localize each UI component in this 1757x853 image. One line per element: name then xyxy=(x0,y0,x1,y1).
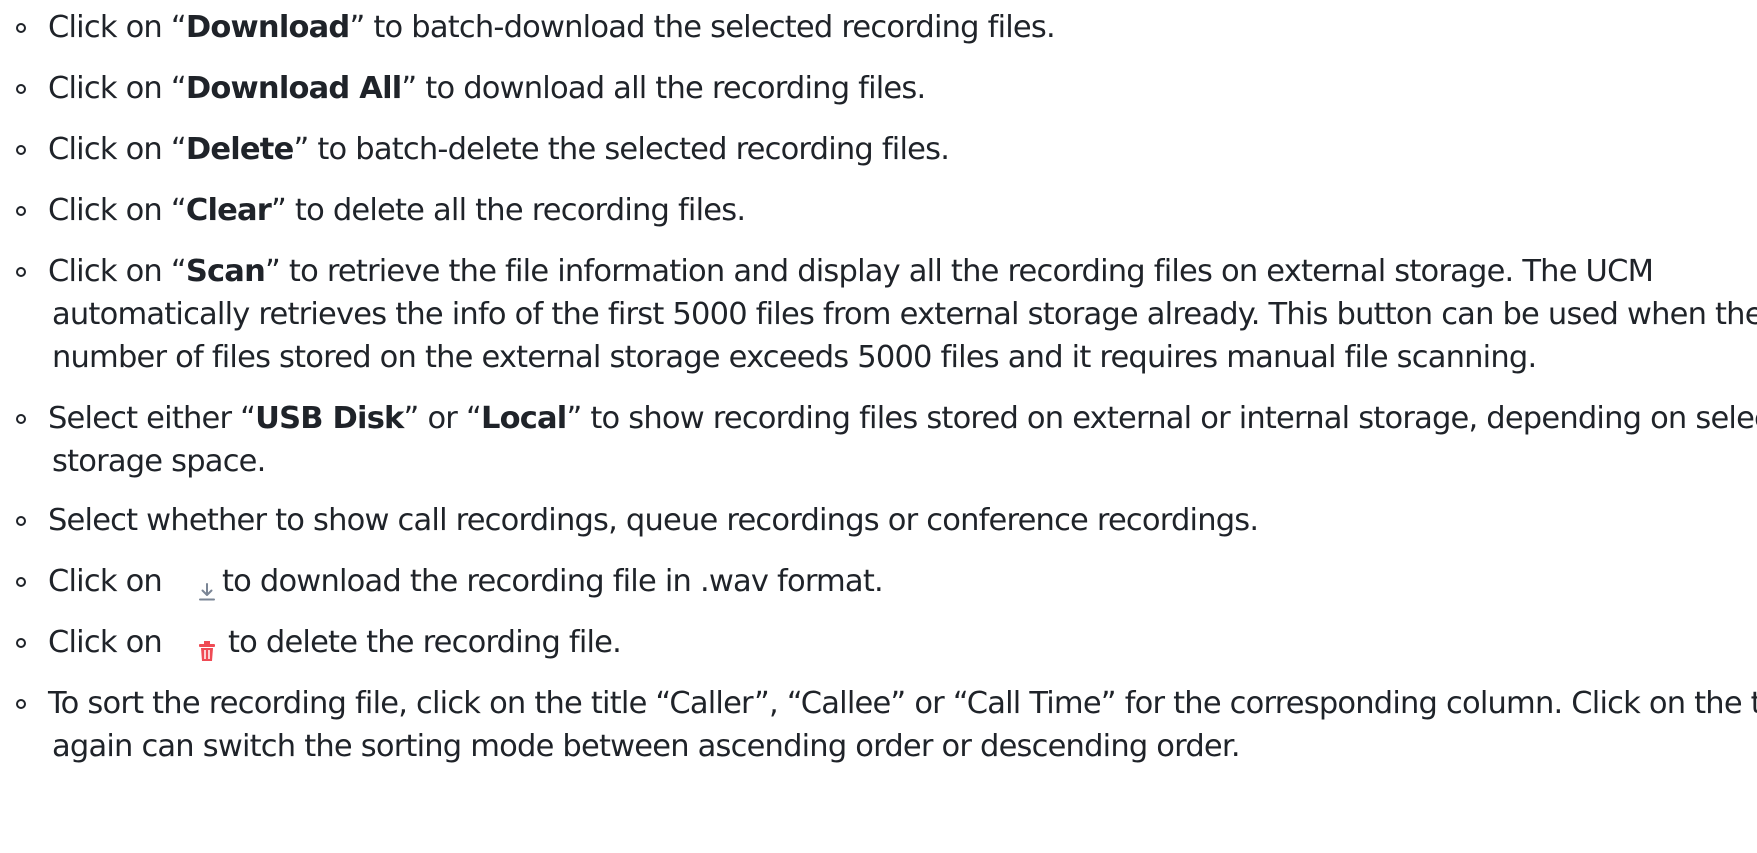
keyword-clear: Clear xyxy=(185,193,272,228)
bullet-icon xyxy=(16,145,26,155)
item-text: Select either “USB Disk” or “Local” to s… xyxy=(48,401,1757,436)
keyword-download: Download xyxy=(185,10,350,45)
bullet-icon xyxy=(16,699,26,709)
item-text: Click on to delete the recording file. xyxy=(48,625,622,661)
trash-icon xyxy=(196,630,218,661)
item-text-line-2: storage space. xyxy=(52,444,266,479)
item-text: To sort the recording file, click on the… xyxy=(48,686,1757,721)
item-text: Click on to download the recording file i… xyxy=(48,564,884,600)
keyword-local: Local xyxy=(480,401,567,436)
item-text: Select whether to show call recordings, … xyxy=(48,503,1259,538)
item-text: Click on “Download” to batch-download th… xyxy=(48,10,1056,45)
keyword-scan: Scan xyxy=(185,254,266,289)
bullet-icon xyxy=(16,84,26,94)
bullet-icon xyxy=(16,638,26,648)
item-text: Click on “Delete” to batch-delete the se… xyxy=(48,132,950,167)
bullet-icon xyxy=(16,23,26,33)
keyword-usb-disk: USB Disk xyxy=(255,401,404,436)
bullet-icon xyxy=(16,206,26,216)
item-text: Click on “Download All” to download all … xyxy=(48,71,926,106)
bullet-icon xyxy=(16,414,26,424)
download-icon xyxy=(196,570,218,600)
bullet-icon xyxy=(16,577,26,587)
item-text-line-2: again can switch the sorting mode betwee… xyxy=(52,729,1241,764)
keyword-download-all: Download All xyxy=(185,71,402,106)
keyword-delete: Delete xyxy=(185,132,294,167)
item-text-line-2: automatically retrieves the info of the … xyxy=(52,297,1757,332)
bullet-icon xyxy=(16,516,26,526)
item-text-line-3: number of files stored on the external s… xyxy=(52,340,1537,375)
item-text: Click on “Clear” to delete all the recor… xyxy=(48,193,746,228)
item-text: Click on “Scan” to retrieve the file inf… xyxy=(48,254,1654,289)
bullet-icon xyxy=(16,267,26,277)
